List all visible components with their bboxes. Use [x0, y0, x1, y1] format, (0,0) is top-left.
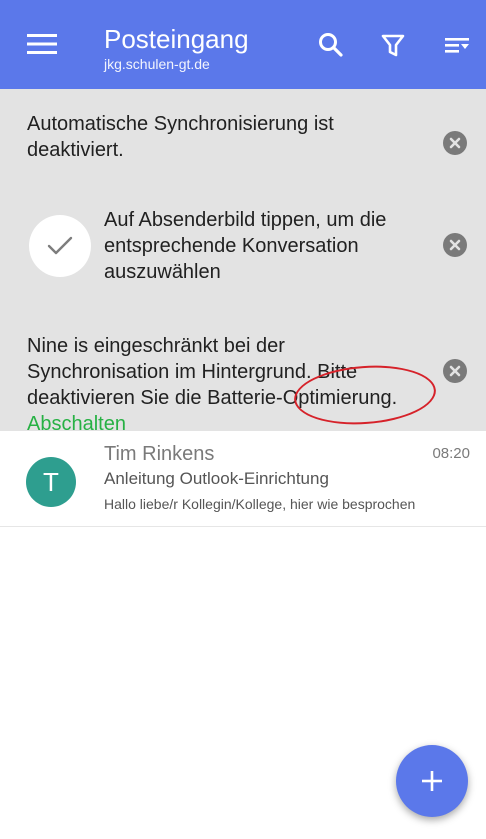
list-item[interactable]: T Tim Rinkens 08:20 Anleitung Outlook-Ei… — [0, 431, 486, 527]
notice-text: Auf Absenderbild tippen, um die entsprec… — [104, 209, 387, 283]
menu-icon[interactable] — [27, 32, 57, 56]
plus-icon — [422, 771, 442, 791]
message-preview: Hallo liebe/r Kollegin/Kollege, hier wie… — [104, 496, 416, 512]
compose-button[interactable] — [396, 745, 468, 817]
filter-icon[interactable] — [378, 30, 408, 60]
sort-icon[interactable] — [442, 30, 472, 60]
close-icon[interactable] — [443, 359, 467, 383]
search-icon[interactable] — [316, 30, 346, 60]
account-subtitle: jkg.schulen-gt.de — [104, 56, 210, 72]
app-bar: Posteingang jkg.schulen-gt.de — [0, 0, 486, 89]
avatar[interactable]: T — [26, 457, 76, 507]
close-icon[interactable] — [443, 233, 467, 257]
page-title: Posteingang — [104, 24, 249, 54]
sender-name: Tim Rinkens — [104, 443, 215, 465]
close-icon[interactable] — [443, 131, 467, 155]
notice-text: Automatische Synchronisierung ist deakti… — [27, 113, 334, 161]
message-subject: Anleitung Outlook-Einrichtung — [104, 469, 329, 488]
message-time: 08:20 — [432, 445, 470, 462]
check-icon — [29, 215, 91, 277]
